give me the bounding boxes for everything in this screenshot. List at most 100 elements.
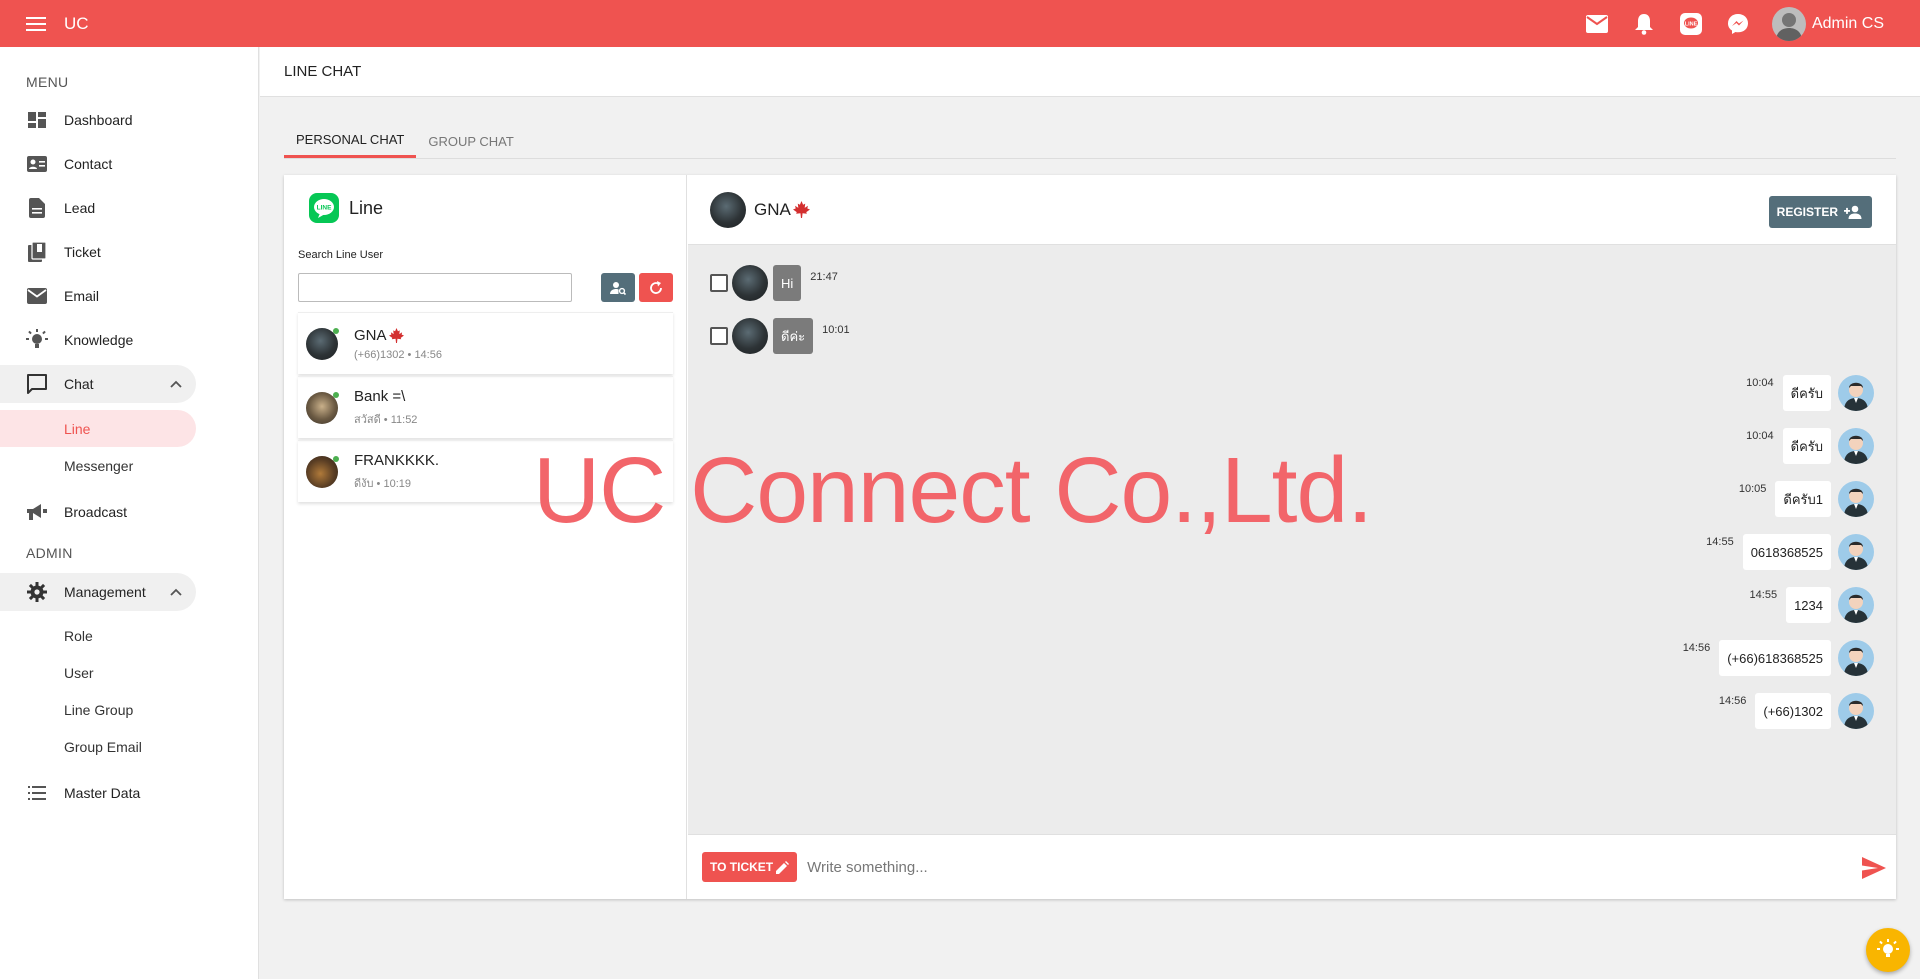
contact-name: GNA (354, 326, 387, 344)
message-composer: TO TICKET (688, 834, 1896, 899)
pencil-icon (776, 860, 790, 874)
agent-avatar (1838, 428, 1874, 464)
message-checkbox[interactable] (710, 274, 728, 292)
message-bubble: (+66)618368525 (1719, 640, 1831, 676)
search-line-user-input[interactable] (298, 273, 572, 302)
sidebar: MENU Dashboard Contact Lead Ticket Email… (0, 47, 259, 979)
outgoing-message: 14:56 (+66)618368525 (1683, 640, 1874, 676)
messenger-icon[interactable] (1724, 10, 1752, 38)
message-time: 14:56 (1718, 695, 1747, 707)
sidebar-item-label: Chat (64, 376, 94, 392)
message-time: 14:55 (1706, 536, 1734, 548)
chat-panel: GNA REGISTER Hi 21:47 ดีค่ะ 10:01 10:04 … (688, 175, 1896, 899)
sidebar-item-lead[interactable]: Lead (0, 189, 196, 227)
email-icon (26, 285, 48, 307)
outgoing-message: 10:05 ดีครับ1 (1739, 481, 1874, 517)
sidebar-item-email[interactable]: Email (0, 277, 196, 315)
outgoing-message: 14:55 1234 (1750, 587, 1874, 623)
sidebar-item-group-email[interactable]: Group Email (0, 728, 196, 765)
page-title: LINE CHAT (260, 47, 1920, 97)
search-user-button[interactable] (601, 273, 635, 302)
sidebar-item-label: Lead (64, 200, 96, 216)
to-ticket-button[interactable]: TO TICKET (702, 852, 798, 882)
message-bubble: (+66)1302 (1755, 693, 1831, 729)
online-status-dot (333, 455, 339, 462)
mail-icon[interactable] (1583, 10, 1611, 38)
menu-section-label: MENU (26, 74, 69, 90)
contact-item[interactable]: FRANKKKK. ดีงับ • 10:19 (298, 440, 673, 502)
message-bubble: ดีค่ะ (773, 318, 814, 354)
sidebar-item-contact[interactable]: Contact (0, 145, 196, 183)
search-user-icon (610, 281, 626, 295)
tab-group-chat[interactable]: GROUP CHAT (416, 124, 525, 158)
sidebar-item-label: Broadcast (64, 504, 128, 520)
sidebar-item-knowledge[interactable]: Knowledge (0, 321, 196, 359)
refresh-button[interactable] (639, 273, 673, 302)
message-time: 21:47 (810, 271, 838, 283)
sidebar-item-broadcast[interactable]: Broadcast (0, 493, 196, 531)
sidebar-item-management[interactable]: Management (0, 573, 196, 611)
sidebar-item-label: Ticket (64, 244, 101, 260)
agent-avatar (1838, 375, 1874, 411)
message-time: 10:04 (1746, 430, 1774, 442)
register-button[interactable]: REGISTER (1768, 196, 1872, 228)
line-contacts-panel: LINE Line Search Line User GNA (+66)1302… (284, 175, 687, 899)
incoming-message: ดีค่ะ 10:01 (710, 318, 850, 354)
outgoing-message: 10:04 ดีครับ (1746, 428, 1874, 464)
broadcast-icon (26, 501, 48, 523)
lightbulb-icon[interactable] (1866, 928, 1910, 972)
message-bubble: 0618368525 (1742, 534, 1831, 570)
sidebar-item-dashboard[interactable]: Dashboard (0, 101, 196, 139)
contact-item[interactable]: Bank =\ สวัสดี • 11:52 (298, 376, 673, 438)
line-panel-title: Line (349, 197, 384, 218)
top-app-bar: UC LINE Admin CS (0, 0, 1920, 47)
send-icon[interactable] (1862, 857, 1886, 879)
sidebar-item-label: Email (64, 288, 100, 304)
agent-avatar (1838, 481, 1874, 517)
chevron-up-icon[interactable] (170, 585, 184, 599)
menu-icon[interactable] (24, 12, 48, 36)
tab-personal-chat[interactable]: PERSONAL CHAT (284, 124, 417, 158)
sidebar-item-ticket[interactable]: Ticket (0, 233, 196, 271)
contact-avatar (306, 455, 339, 488)
bell-icon[interactable] (1630, 10, 1658, 38)
dashboard-icon (26, 109, 48, 131)
chevron-up-icon[interactable] (170, 377, 184, 391)
message-area: Hi 21:47 ดีค่ะ 10:01 10:04 ดีครับ 10:04 … (688, 245, 1896, 834)
contact-icon (26, 153, 48, 175)
svg-text:LINE: LINE (317, 205, 332, 212)
sidebar-item-line-group[interactable]: Line Group (0, 691, 196, 728)
search-label: Search Line User (298, 249, 383, 261)
user-name[interactable]: Admin CS (1812, 15, 1884, 33)
sidebar-item-chat[interactable]: Chat (0, 365, 196, 403)
agent-avatar (1838, 640, 1874, 676)
line-logo-icon: LINE (309, 193, 339, 223)
contact-last-message: (+66)1302 (354, 348, 405, 361)
message-bubble: 1234 (1786, 587, 1831, 623)
message-bubble: Hi (773, 265, 802, 301)
sidebar-item-label: Dashboard (64, 112, 133, 128)
outgoing-message: 14:55 0618368525 (1706, 534, 1874, 570)
sidebar-item-user[interactable]: User (0, 654, 196, 691)
message-input[interactable] (807, 852, 1858, 882)
contact-avatar (306, 391, 339, 424)
register-label: REGISTER (1776, 205, 1838, 219)
contact-time: 10:19 (383, 477, 411, 490)
message-bubble: ดีครับ (1782, 428, 1831, 464)
sidebar-item-master-data[interactable]: Master Data (0, 774, 196, 812)
online-status-dot (333, 391, 339, 398)
sidebar-item-line[interactable]: Line (0, 410, 196, 447)
sidebar-item-label: Contact (64, 156, 113, 172)
sidebar-item-messenger[interactable]: Messenger (0, 447, 196, 484)
message-time: 10:01 (822, 324, 850, 336)
sidebar-item-label: Master Data (64, 785, 141, 801)
line-icon[interactable]: LINE (1677, 10, 1705, 38)
contact-time: 11:52 (390, 413, 418, 426)
outgoing-message: 10:04 ดีครับ (1746, 375, 1874, 411)
contact-name: FRANKKKK. (354, 451, 440, 469)
message-time: 10:04 (1746, 377, 1774, 389)
sidebar-item-role[interactable]: Role (0, 617, 196, 654)
user-avatar[interactable] (1771, 6, 1806, 41)
contact-item[interactable]: GNA (+66)1302 • 14:56 (298, 312, 673, 374)
message-checkbox[interactable] (710, 327, 728, 345)
